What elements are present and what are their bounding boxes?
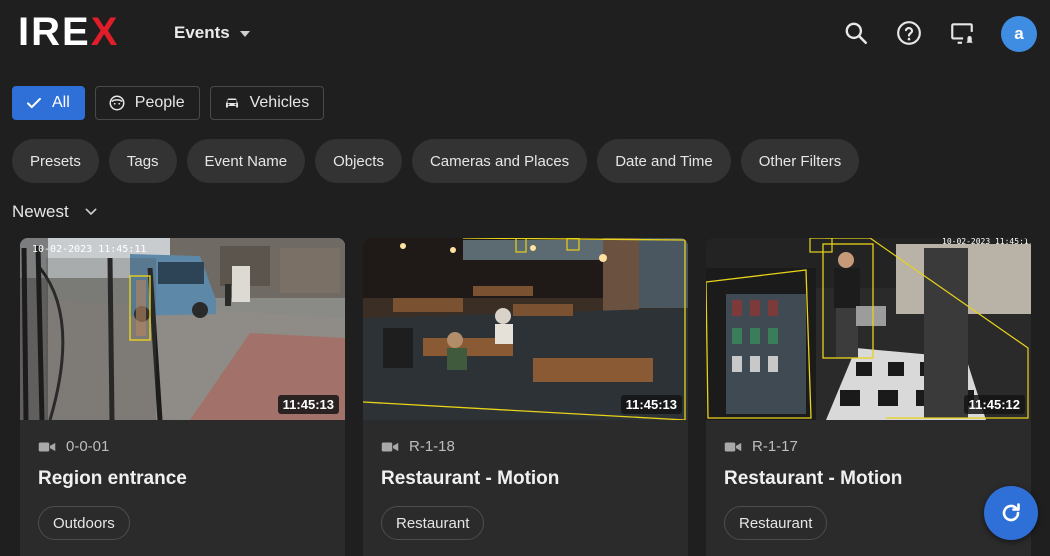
event-tag[interactable]: Restaurant <box>724 506 828 540</box>
refresh-icon <box>1002 503 1020 522</box>
irex-logo[interactable]: IREX <box>18 12 119 52</box>
help-icon[interactable] <box>896 20 922 46</box>
filter-other[interactable]: Other Filters <box>740 139 860 183</box>
camera-snapshot-outdoor: 10-02-2023 11:45:11 <box>20 238 345 420</box>
check-icon <box>27 97 41 109</box>
video-overlay-timestamp: 10-02-2023 11:45:11 <box>32 244 146 255</box>
tab-vehicles-label: Vehicles <box>249 94 310 111</box>
event-time: 11:45:13 <box>620 395 682 414</box>
event-title: Region entrance <box>38 468 187 489</box>
video-overlay-timestamp: 10-02-2023 11:45:11 <box>942 238 1031 246</box>
tab-vehicles[interactable]: Vehicles <box>209 86 325 120</box>
tab-people-label: People <box>134 94 185 111</box>
camera-snapshot-kitchen: 10-02-2023 11:45:11 <box>706 238 1031 420</box>
car-icon <box>225 98 238 108</box>
video-camera-icon <box>38 442 56 451</box>
section-dropdown[interactable]: Events <box>174 21 250 45</box>
camera-info: R-1-18 <box>381 438 455 455</box>
video-camera-icon <box>381 442 399 451</box>
video-camera-icon <box>724 442 742 451</box>
camera-snapshot-restaurant <box>363 238 688 420</box>
event-grid: 10-02-2023 11:45:11 11:45:13 0-0-01 Regi… <box>20 238 1031 556</box>
user-avatar[interactable]: a <box>1001 16 1037 52</box>
camera-id: R-1-18 <box>409 438 455 455</box>
monitor-notification-icon[interactable] <box>949 20 975 46</box>
filter-date-time[interactable]: Date and Time <box>597 139 731 183</box>
filter-cameras-places[interactable]: Cameras and Places <box>411 139 588 183</box>
filter-bar: Presets Tags Event Name Objects Cameras … <box>12 139 860 183</box>
filter-event-name[interactable]: Event Name <box>186 139 306 183</box>
event-type-tabs: All People Vehicles <box>12 86 325 120</box>
refresh-button[interactable] <box>984 486 1038 540</box>
camera-info: 0-0-01 <box>38 438 109 455</box>
camera-id: 0-0-01 <box>66 438 110 455</box>
event-thumbnail[interactable]: 11:45:13 <box>363 238 688 420</box>
event-time: 11:45:12 <box>963 395 1025 414</box>
filter-objects[interactable]: Objects <box>315 139 402 183</box>
event-title: Restaurant - Motion <box>724 468 903 489</box>
camera-id: R-1-17 <box>752 438 798 455</box>
chevron-down-icon <box>85 208 97 215</box>
event-tag[interactable]: Restaurant <box>381 506 485 540</box>
tab-all-label: All <box>52 94 70 111</box>
camera-info: R-1-17 <box>724 438 798 455</box>
event-title: Restaurant - Motion <box>381 468 560 489</box>
sort-dropdown[interactable]: Newest <box>12 202 99 222</box>
event-thumbnail[interactable]: 10-02-2023 11:45:11 11:45:13 <box>20 238 345 420</box>
event-card[interactable]: 11:45:13 R-1-18 Restaurant - Motion Rest… <box>363 238 688 556</box>
search-icon[interactable] <box>843 20 869 46</box>
filter-presets[interactable]: Presets <box>12 139 99 183</box>
filter-tags[interactable]: Tags <box>108 139 177 183</box>
top-bar: IREX Events a <box>0 0 1050 66</box>
event-card[interactable]: 10-02-2023 11:45:11 11:45:12 R-1-17 Rest… <box>706 238 1031 556</box>
sort-label: Newest <box>12 202 69 221</box>
face-icon <box>109 95 125 111</box>
caret-down-icon <box>239 31 250 37</box>
event-tag[interactable]: Outdoors <box>38 506 130 540</box>
tab-all[interactable]: All <box>12 86 85 120</box>
event-time: 11:45:13 <box>277 395 339 414</box>
event-thumbnail[interactable]: 10-02-2023 11:45:11 11:45:12 <box>706 238 1031 420</box>
event-card[interactable]: 10-02-2023 11:45:11 11:45:13 0-0-01 Regi… <box>20 238 345 556</box>
tab-people[interactable]: People <box>94 86 200 120</box>
section-title: Events <box>174 23 230 42</box>
